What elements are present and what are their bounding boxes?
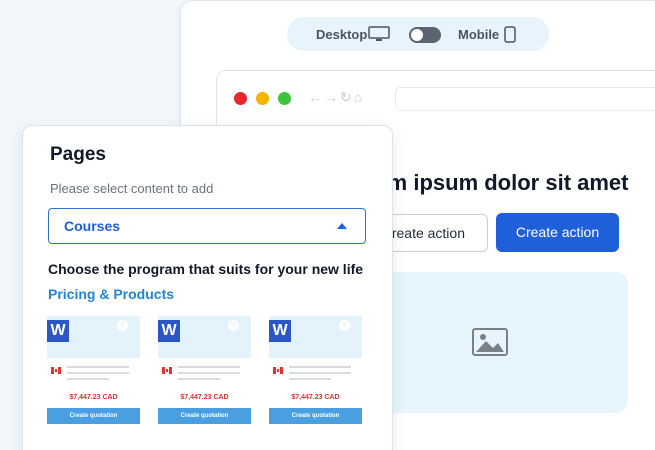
card-text-line bbox=[289, 366, 351, 368]
card-price: $7,447.23 CAD bbox=[291, 394, 340, 401]
card-text-line bbox=[289, 372, 351, 374]
card-text-line bbox=[178, 366, 240, 368]
home-icon[interactable]: ⌂ bbox=[354, 89, 364, 105]
panel-hint: Please select content to add bbox=[50, 181, 214, 196]
canada-flag-icon bbox=[273, 367, 283, 374]
heart-icon[interactable]: ♡ bbox=[339, 320, 350, 331]
phone-icon[interactable] bbox=[504, 26, 516, 48]
product-card[interactable]: W ♡ $7,447.23 CAD Create quotation bbox=[158, 316, 251, 424]
maximize-dot[interactable] bbox=[278, 92, 291, 105]
card-logo: W bbox=[269, 320, 291, 342]
primary-action-button[interactable]: Create action bbox=[496, 213, 619, 252]
canada-flag-icon bbox=[51, 367, 61, 374]
heart-icon[interactable]: ♡ bbox=[117, 320, 128, 331]
card-text-line bbox=[67, 378, 109, 380]
mobile-label[interactable]: Mobile bbox=[458, 27, 499, 42]
pages-panel: Pages Please select content to add Cours… bbox=[22, 125, 393, 450]
refresh-icon[interactable]: ↻ bbox=[340, 89, 354, 105]
card-price: $7,447.23 CAD bbox=[69, 394, 118, 401]
caret-up-icon bbox=[337, 223, 347, 229]
forward-arrow-icon[interactable]: → bbox=[324, 89, 340, 105]
card-text-line bbox=[178, 372, 240, 374]
image-icon bbox=[472, 328, 508, 361]
address-bar[interactable] bbox=[395, 87, 655, 111]
desktop-label[interactable]: Desktop bbox=[316, 27, 367, 42]
content-select[interactable]: Courses bbox=[48, 208, 366, 244]
card-text-line bbox=[67, 372, 129, 374]
device-switch[interactable] bbox=[409, 27, 441, 43]
card-logo: W bbox=[158, 320, 180, 342]
switch-knob bbox=[411, 29, 423, 41]
product-card[interactable]: W ♡ $7,447.23 CAD Create quotation bbox=[47, 316, 140, 424]
minimize-dot[interactable] bbox=[256, 92, 269, 105]
browser-nav: ←→↻⌂ bbox=[308, 89, 364, 106]
device-toggle: Desktop Mobile bbox=[287, 17, 549, 51]
product-card[interactable]: W ♡ $7,447.23 CAD Create quotation bbox=[269, 316, 362, 424]
card-body: $7,447.23 CAD bbox=[269, 358, 362, 408]
back-arrow-icon[interactable]: ← bbox=[308, 89, 324, 105]
pricing-products-link[interactable]: Pricing & Products bbox=[48, 286, 174, 302]
create-quotation-button[interactable]: Create quotation bbox=[47, 408, 140, 424]
card-logo: W bbox=[47, 320, 69, 342]
create-quotation-button[interactable]: Create quotation bbox=[269, 408, 362, 424]
content-select-value: Courses bbox=[64, 218, 121, 234]
heart-icon[interactable]: ♡ bbox=[228, 320, 239, 331]
card-price: $7,447.23 CAD bbox=[180, 394, 229, 401]
card-text-line bbox=[178, 378, 220, 380]
close-dot[interactable] bbox=[234, 92, 247, 105]
section-heading: Choose the program that suits for your n… bbox=[48, 261, 364, 277]
monitor-icon[interactable] bbox=[368, 26, 390, 47]
canada-flag-icon bbox=[162, 367, 172, 374]
card-body: $7,447.23 CAD bbox=[47, 358, 140, 408]
panel-title: Pages bbox=[50, 144, 106, 165]
card-body: $7,447.23 CAD bbox=[158, 358, 251, 408]
create-quotation-button[interactable]: Create quotation bbox=[158, 408, 251, 424]
card-text-line bbox=[289, 378, 331, 380]
card-text-line bbox=[67, 366, 129, 368]
